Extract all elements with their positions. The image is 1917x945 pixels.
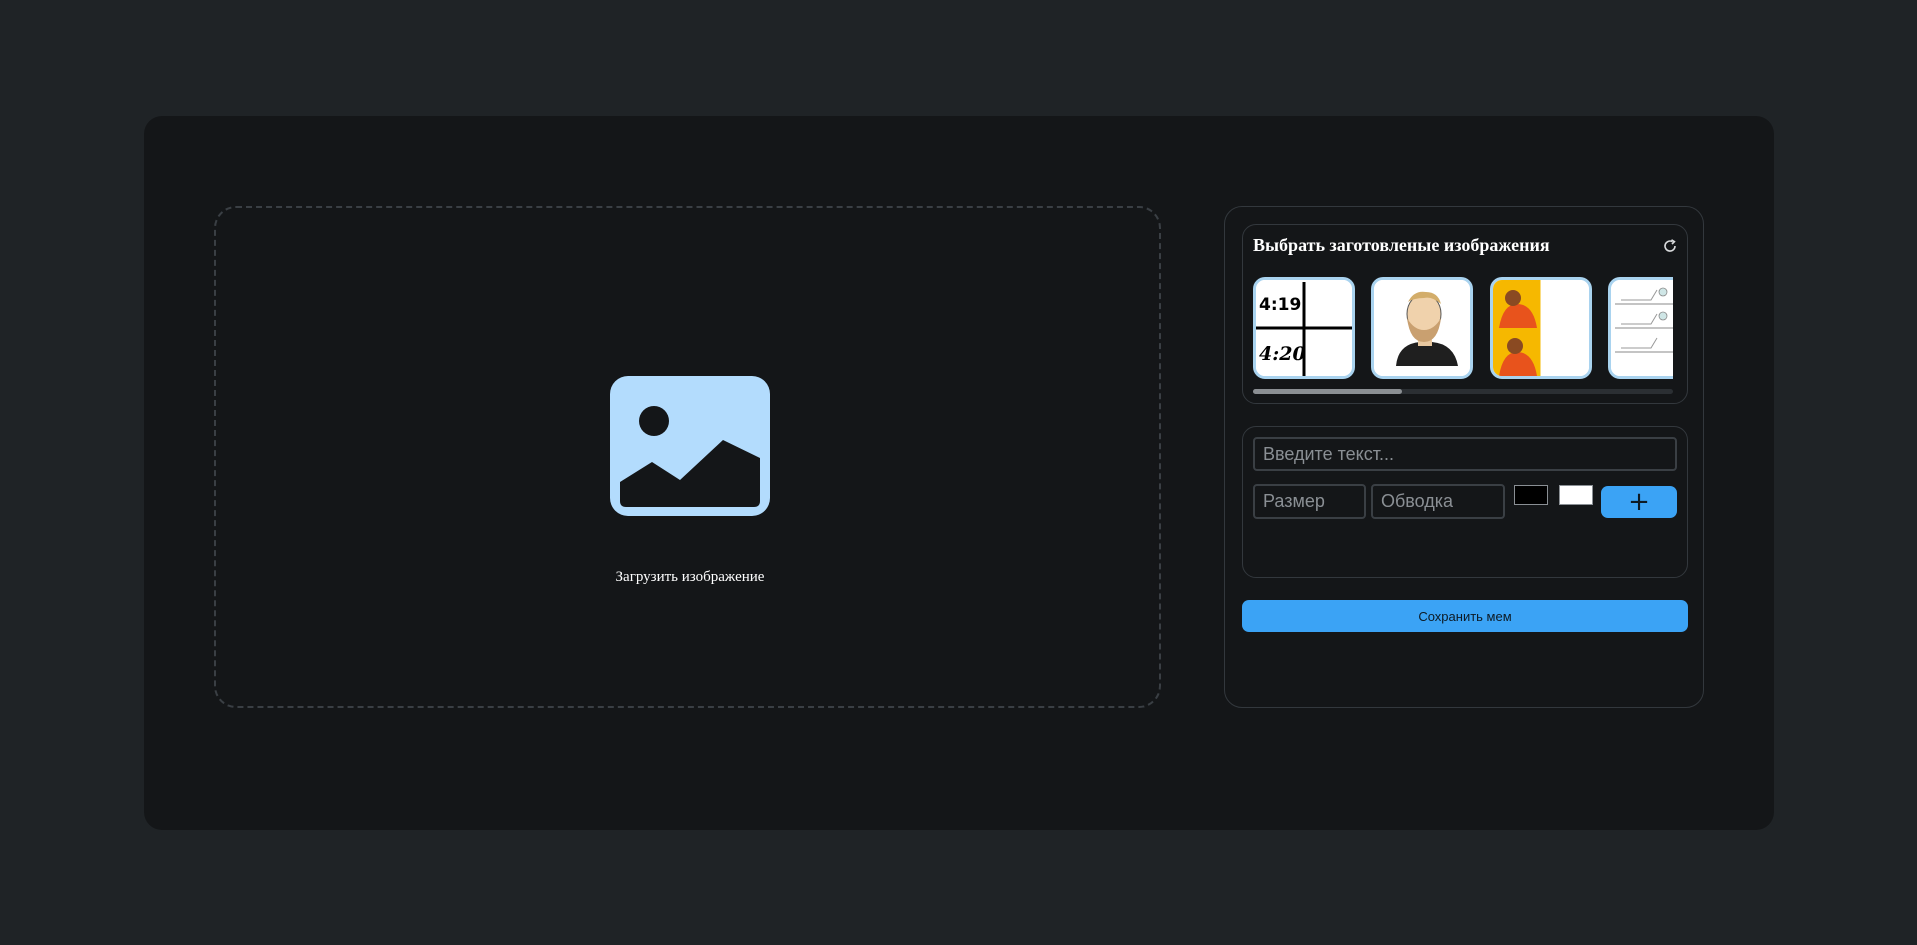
template-comic-panels-image xyxy=(1611,280,1673,376)
refresh-icon[interactable] xyxy=(1662,238,1678,254)
template-yes-chad-image xyxy=(1374,280,1470,376)
text-editor-section: + xyxy=(1242,426,1688,578)
editor-panel: Выбрать заготовленые изображения 4:19 4:… xyxy=(1224,206,1704,708)
templates-section: Выбрать заготовленые изображения 4:19 4:… xyxy=(1242,224,1688,404)
image-dropzone[interactable]: Загрузить изображение xyxy=(214,206,1161,708)
image-upload-icon[interactable] xyxy=(610,376,770,516)
save-meme-button[interactable]: Сохранить мем xyxy=(1242,600,1688,632)
template-thumb[interactable] xyxy=(1371,277,1473,379)
templates-scrollbar-thumb[interactable] xyxy=(1253,389,1402,394)
template-thumb[interactable] xyxy=(1490,277,1592,379)
template-bottom-text: 4:20 xyxy=(1259,343,1306,365)
meme-editor-card: Загрузить изображение Выбрать заготовлен… xyxy=(144,116,1774,830)
template-419-420-image: 4:19 4:20 xyxy=(1256,280,1352,376)
fill-color-picker[interactable] xyxy=(1514,485,1548,505)
template-thumb[interactable] xyxy=(1608,277,1673,379)
templates-title: Выбрать заготовленые изображения xyxy=(1253,235,1550,255)
template-top-text: 4:19 xyxy=(1259,295,1301,315)
text-input[interactable] xyxy=(1253,437,1677,471)
stroke-color-picker[interactable] xyxy=(1559,485,1593,505)
templates-scrollbar[interactable] xyxy=(1253,389,1673,394)
template-thumbnails: 4:19 4:20 xyxy=(1253,277,1673,387)
upload-label: Загрузить изображение xyxy=(615,569,765,585)
stroke-input[interactable] xyxy=(1371,484,1505,519)
template-drake-image xyxy=(1493,280,1589,376)
size-input[interactable] xyxy=(1253,484,1366,519)
add-text-button[interactable]: + xyxy=(1601,486,1677,518)
template-thumb[interactable]: 4:19 4:20 xyxy=(1253,277,1355,379)
